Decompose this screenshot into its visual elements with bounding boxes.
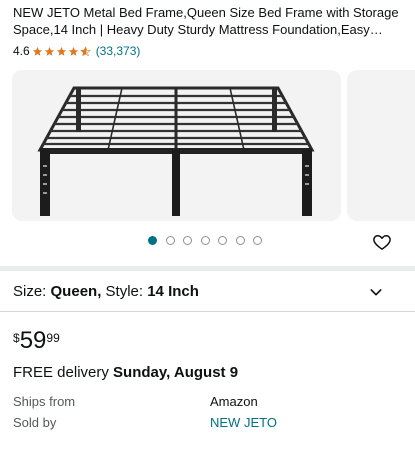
product-title: NEW JETO Metal Bed Frame,Queen Size Bed …: [13, 5, 399, 37]
style-label: Style:: [105, 283, 148, 300]
divider: [0, 311, 415, 312]
pagination-dot[interactable]: [165, 236, 175, 245]
star-icon: [68, 46, 78, 56]
size-style-selector[interactable]: Size: Queen, Style: 14 Inch: [13, 283, 199, 300]
price-fraction: 99: [46, 331, 60, 345]
size-label: Size:: [13, 283, 51, 300]
style-value: 14 Inch: [147, 283, 199, 300]
heart-icon[interactable]: [372, 232, 392, 252]
pagination-dot[interactable]: [148, 236, 157, 245]
delivery-date: Sunday, August 9: [113, 364, 239, 381]
review-count-link[interactable]: (33,373): [96, 44, 141, 58]
pagination-dot[interactable]: [200, 236, 210, 245]
star-icon: [32, 46, 42, 56]
ships-from-label: Ships from: [13, 394, 76, 409]
next-image-preview[interactable]: [347, 70, 415, 221]
pagination-dot[interactable]: [183, 236, 192, 245]
bed-frame-image: [37, 86, 315, 216]
pagination-dot[interactable]: [218, 236, 227, 245]
star-icon: [44, 46, 54, 56]
star-icon: [56, 46, 66, 56]
price: $ 59 99: [13, 329, 60, 353]
price-whole: 59: [19, 327, 47, 354]
rating-row[interactable]: 4.6 (33,373): [13, 43, 140, 59]
half-star-icon: [79, 45, 91, 56]
pagination-dot[interactable]: [253, 236, 262, 245]
product-image-gallery[interactable]: [12, 70, 341, 221]
sold-by-label: Sold by: [13, 415, 57, 430]
sold-by-link[interactable]: NEW JETO: [210, 415, 277, 430]
delivery-info: FREE delivery Sunday, August 9: [13, 364, 238, 381]
rating-value: 4.6: [13, 44, 30, 58]
pagination-dot[interactable]: [235, 236, 245, 245]
chevron-down-icon[interactable]: [368, 284, 384, 300]
size-value: Queen,: [50, 283, 106, 300]
star-rating: [32, 45, 92, 57]
ships-from-value: Amazon: [210, 394, 258, 409]
price-symbol: $: [13, 331, 20, 345]
section-divider: [0, 266, 415, 271]
delivery-prefix: FREE delivery: [13, 364, 114, 381]
image-pagination-dots[interactable]: [148, 236, 271, 245]
